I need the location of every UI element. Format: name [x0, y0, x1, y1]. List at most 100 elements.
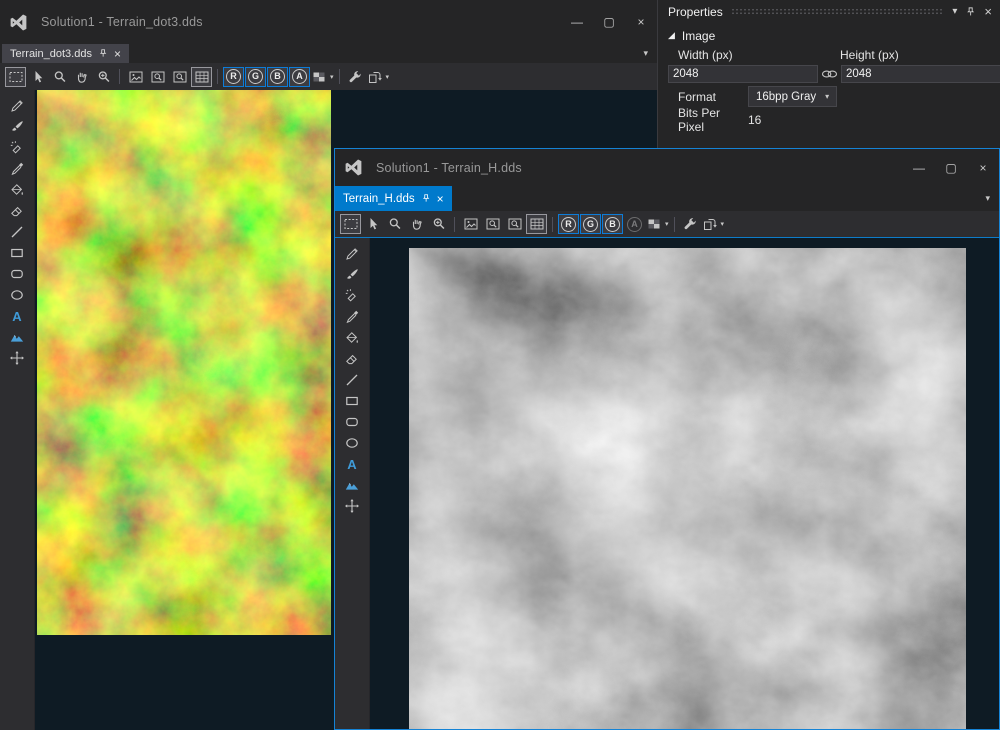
- properties-titlebar[interactable]: Properties ▾ ×: [658, 0, 1000, 23]
- text-tool[interactable]: A: [341, 456, 363, 472]
- alpha-channel-toggle[interactable]: A: [289, 67, 310, 87]
- properties-title: Properties: [668, 5, 723, 19]
- tab-list-chevron-icon[interactable]: ▾: [643, 48, 657, 59]
- text-tool[interactable]: A: [6, 308, 28, 324]
- gradient-tool[interactable]: [6, 329, 28, 345]
- pin-icon[interactable]: [965, 6, 976, 18]
- alpha-channel-toggle-glyph: A: [292, 69, 307, 84]
- width-input[interactable]: [668, 65, 818, 83]
- chevron-down-icon: ▾: [721, 220, 725, 228]
- actual-size-button[interactable]: [147, 67, 168, 87]
- tab-list-chevron-icon[interactable]: ▾: [985, 193, 999, 204]
- rect-select-tool[interactable]: [340, 214, 361, 234]
- mip-maps-button[interactable]: [460, 214, 481, 234]
- rounded-rectangle-tool[interactable]: [341, 414, 363, 430]
- grid-toggle[interactable]: [526, 214, 547, 234]
- close-icon[interactable]: ×: [437, 193, 444, 205]
- close-button[interactable]: ×: [625, 10, 657, 34]
- gradient-tool[interactable]: [341, 477, 363, 493]
- filters-menu-button[interactable]: ▾: [702, 214, 725, 234]
- brush-tool[interactable]: [341, 267, 363, 283]
- link-dimensions-icon[interactable]: [821, 68, 838, 80]
- transform-tool[interactable]: [6, 350, 28, 366]
- airbrush-tool[interactable]: [6, 140, 28, 156]
- pin-icon[interactable]: [421, 193, 431, 204]
- line-tool[interactable]: [341, 372, 363, 388]
- rounded-rectangle-tool[interactable]: [6, 266, 28, 282]
- maximize-button[interactable]: ▢: [935, 156, 967, 180]
- pointer-tool[interactable]: [27, 67, 48, 87]
- pencil-tool[interactable]: [341, 246, 363, 262]
- fill-tool[interactable]: [6, 182, 28, 198]
- minimize-button[interactable]: —: [903, 156, 935, 180]
- toolbar-separator: [217, 69, 218, 84]
- actual-size-button[interactable]: [482, 214, 503, 234]
- titlebar[interactable]: Solution1 - Terrain_dot3.dds — ▢ ×: [0, 0, 657, 44]
- red-channel-toggle[interactable]: R: [558, 214, 579, 234]
- eraser-tool[interactable]: [341, 351, 363, 367]
- advanced-menu-button[interactable]: [680, 214, 701, 234]
- properties-panel: Properties ▾ × ◢ Image Width (px) Height…: [657, 0, 1000, 151]
- titlebar[interactable]: Solution1 - Terrain_H.dds — ▢ ×: [335, 149, 999, 186]
- pan-tool[interactable]: [406, 214, 427, 234]
- image-editor-toolbar: RGBA▾▾: [335, 211, 999, 238]
- eyedropper-tool[interactable]: [341, 309, 363, 325]
- line-tool[interactable]: [6, 224, 28, 240]
- green-channel-toggle-glyph: G: [248, 69, 263, 84]
- rectangle-tool[interactable]: [341, 393, 363, 409]
- brush-tool[interactable]: [6, 119, 28, 135]
- red-channel-toggle-glyph: R: [226, 69, 241, 84]
- green-channel-toggle[interactable]: G: [245, 67, 266, 87]
- transparency-background-toggle[interactable]: ▾: [311, 67, 334, 87]
- format-dropdown[interactable]: 16bpp Gray ▾: [748, 86, 837, 107]
- eyedropper-tool[interactable]: [6, 161, 28, 177]
- blue-channel-toggle[interactable]: B: [602, 214, 623, 234]
- pointer-tool[interactable]: [362, 214, 383, 234]
- rectangle-tool[interactable]: [6, 245, 28, 261]
- close-button[interactable]: ×: [967, 156, 999, 180]
- tab-terrain-h[interactable]: Terrain_H.dds ×: [335, 186, 452, 211]
- filters-menu-button[interactable]: ▾: [367, 67, 390, 87]
- close-icon[interactable]: ×: [984, 4, 992, 19]
- magnify-region-tool[interactable]: [93, 67, 114, 87]
- rect-select-tool[interactable]: [5, 67, 26, 87]
- green-channel-toggle[interactable]: G: [580, 214, 601, 234]
- red-channel-toggle-glyph: R: [561, 217, 576, 232]
- tab-label: Terrain_dot3.dds: [10, 48, 92, 60]
- height-input[interactable]: [841, 65, 1000, 83]
- window-position-chevron-icon[interactable]: ▾: [952, 6, 957, 17]
- red-channel-toggle[interactable]: R: [223, 67, 244, 87]
- text-tool-glyph: A: [347, 458, 356, 471]
- fit-to-window-button[interactable]: [504, 214, 525, 234]
- minimize-button[interactable]: —: [561, 10, 593, 34]
- format-label: Format: [668, 90, 748, 104]
- pencil-tool[interactable]: [6, 98, 28, 114]
- fit-to-window-button[interactable]: [169, 67, 190, 87]
- pin-icon[interactable]: [98, 48, 108, 59]
- maximize-button[interactable]: ▢: [593, 10, 625, 34]
- window-controls: — ▢ ×: [903, 156, 999, 180]
- zoom-tool[interactable]: [384, 214, 405, 234]
- expander-icon[interactable]: ◢: [668, 30, 675, 41]
- image-canvas[interactable]: [370, 238, 999, 729]
- transparency-background-toggle[interactable]: ▾: [646, 214, 669, 234]
- tab-terrain-dot3[interactable]: Terrain_dot3.dds ×: [2, 44, 129, 63]
- blue-channel-toggle[interactable]: B: [267, 67, 288, 87]
- ellipse-tool[interactable]: [6, 287, 28, 303]
- grid-toggle[interactable]: [191, 67, 212, 87]
- ellipse-tool[interactable]: [341, 435, 363, 451]
- pan-tool[interactable]: [71, 67, 92, 87]
- alpha-channel-toggle[interactable]: A: [624, 214, 645, 234]
- drawing-toolstrip: A: [0, 90, 35, 730]
- category-image[interactable]: ◢ Image: [668, 25, 990, 46]
- magnify-region-tool[interactable]: [428, 214, 449, 234]
- fill-tool[interactable]: [341, 330, 363, 346]
- advanced-menu-button[interactable]: [345, 67, 366, 87]
- close-icon[interactable]: ×: [114, 48, 121, 60]
- drag-grip[interactable]: [731, 8, 945, 15]
- eraser-tool[interactable]: [6, 203, 28, 219]
- mip-maps-button[interactable]: [125, 67, 146, 87]
- transform-tool[interactable]: [341, 498, 363, 514]
- airbrush-tool[interactable]: [341, 288, 363, 304]
- zoom-tool[interactable]: [49, 67, 70, 87]
